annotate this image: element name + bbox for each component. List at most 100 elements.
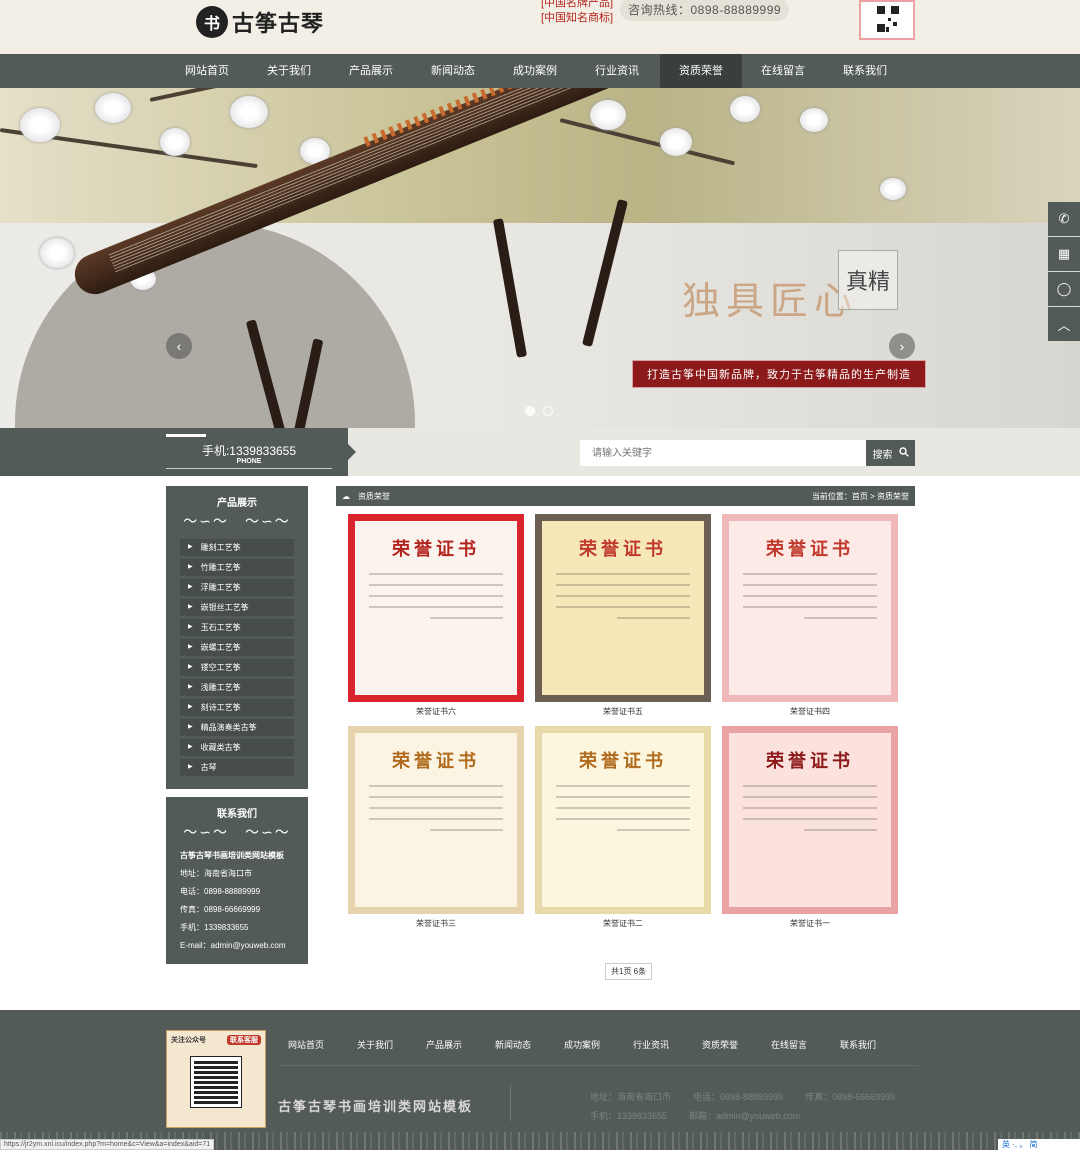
back-to-top-icon: ︿ [1057, 317, 1071, 333]
footer-nav-item[interactable]: 网站首页 [288, 1038, 357, 1051]
certificate-caption[interactable]: 荣誉证书六 [348, 706, 524, 717]
banner-next-arrow[interactable]: › [889, 333, 915, 359]
category-item[interactable]: ▶ 玉石工艺筝 [180, 619, 294, 636]
main-nav: 网站首页 关于我们 产品展示 新闻动态 成功案例 行业资讯 资质荣誉 在线留言 联系我们 [0, 54, 1080, 88]
contact-line: 手机：1339833655 [180, 923, 249, 932]
contact-title: 联系我们 [217, 809, 257, 820]
side-float-button[interactable]: ▦ [1048, 237, 1080, 271]
nav-item[interactable]: 成功案例 [494, 54, 576, 88]
category-item[interactable]: ▶ 古琴 [180, 759, 294, 776]
category-label: 嵌银丝工艺筝 [200, 603, 249, 612]
search-button[interactable]: 搜索 [866, 440, 915, 466]
footer-nav-item[interactable]: 行业资讯 [633, 1038, 702, 1051]
banner-dot[interactable] [525, 406, 535, 416]
triangle-right-icon: ▶ [188, 704, 193, 710]
brand-tags: [中国名牌产品] [中国知名商标] [541, 0, 613, 26]
certificate-caption[interactable]: 荣誉证书三 [348, 918, 524, 929]
logo-mark-icon: 书 [196, 6, 228, 38]
nav-item[interactable]: 新闻动态 [412, 54, 494, 88]
category-item[interactable]: ▶ 嵌螺工艺筝 [180, 639, 294, 656]
banner-prev-arrow[interactable]: ‹ [166, 333, 192, 359]
certificate-card[interactable]: 荣誉证书 荣誉证书一 [722, 726, 898, 928]
category-item[interactable]: ▶ 浮雕工艺筝 [180, 579, 294, 596]
cloud-ornament-icon: 〜∽〜 〜∽〜 [183, 824, 291, 840]
qr-icon: ▦ [1057, 246, 1071, 261]
certificate-card[interactable]: 荣誉证书 荣誉证书四 [722, 514, 898, 716]
footer-nav-item[interactable]: 成功案例 [564, 1038, 633, 1051]
magnolia-blossom [20, 108, 60, 142]
triangle-right-icon: ▶ [188, 624, 193, 630]
category-item[interactable]: ▶ 镂空工艺筝 [180, 659, 294, 676]
banner-dot[interactable] [543, 406, 553, 416]
certificate-caption[interactable]: 荣誉证书二 [535, 918, 711, 929]
footer-nav-item[interactable]: 产品展示 [426, 1038, 495, 1051]
section-header: ☁ 资质荣誉 当前位置：首页 > 资质荣誉 [336, 486, 915, 506]
category-item[interactable]: ▶ 刻诗工艺筝 [180, 699, 294, 716]
nav-item[interactable]: 在线留言 [742, 54, 824, 88]
certificate-card[interactable]: 荣誉证书 荣誉证书五 [535, 514, 711, 716]
breadcrumb[interactable]: 当前位置：首页 > 资质荣誉 [812, 491, 909, 502]
category-label: 雕刻工艺筝 [200, 543, 241, 552]
certificate-title: 荣誉证书 [392, 751, 480, 772]
category-item[interactable]: ▶ 嵌银丝工艺筝 [180, 599, 294, 616]
category-item[interactable]: ▶ 收藏类古筝 [180, 739, 294, 756]
nav-item[interactable]: 关于我们 [248, 54, 330, 88]
cloud-icon: ☁ [342, 491, 350, 501]
category-item[interactable]: ▶ 雕刻工艺筝 [180, 539, 294, 556]
search-input[interactable] [580, 440, 866, 466]
nav-item[interactable]: 产品展示 [330, 54, 412, 88]
certificate-card[interactable]: 荣誉证书 荣誉证书六 [348, 514, 524, 716]
category-label: 古琴 [200, 763, 217, 772]
pagination: 共1页 6条 [605, 963, 653, 980]
nav-item[interactable]: 资质荣誉 [660, 54, 742, 88]
certificate-caption[interactable]: 荣誉证书五 [535, 706, 711, 717]
contact-line: 传真：0898-66669999 [180, 905, 261, 914]
side-float-button[interactable]: ✆ [1048, 202, 1080, 236]
footer-nav-item[interactable]: 联系我们 [840, 1038, 909, 1051]
triangle-right-icon: ▶ [188, 604, 193, 610]
category-item[interactable]: ▶ 浅雕工艺筝 [180, 679, 294, 696]
ime-indicator[interactable]: 英 ·, 。 简 [998, 1139, 1080, 1150]
contact-line: 电话：0898-88889999 [180, 887, 261, 896]
triangle-right-icon: ▶ [188, 564, 193, 570]
contact-panel: 联系我们 〜∽〜 〜∽〜 古筝古琴书画培训类网站模板 地址：海南省海口市 电话：08… [166, 797, 308, 964]
certificate-title: 荣誉证书 [766, 539, 854, 560]
footer-nav-item[interactable]: 关于我们 [357, 1038, 426, 1051]
chevron-left-icon: ‹ [176, 338, 182, 354]
qq-icon: ◯ [1056, 281, 1072, 296]
brand-tag-famous-product: [中国名牌产品] [541, 0, 614, 9]
side-float-toolbar: ✆ ▦ ◯ ︿ [1048, 202, 1080, 341]
nav-item[interactable]: 网站首页 [166, 54, 248, 88]
certificate-title: 荣誉证书 [579, 539, 667, 560]
category-item[interactable]: ▶ 竹雕工艺筝 [180, 559, 294, 576]
triangle-right-icon: ▶ [188, 684, 193, 690]
side-float-button[interactable]: ︿ [1048, 307, 1080, 341]
category-label: 刻诗工艺筝 [200, 703, 241, 712]
main-content: ☁ 资质荣誉 当前位置：首页 > 资质荣誉 荣誉证书 荣誉证书六 荣誉证书 荣誉证书五… [336, 486, 915, 946]
certificate-image: 荣誉证书 [348, 726, 524, 914]
footer-nav-item[interactable]: 在线留言 [771, 1038, 840, 1051]
footer-nav-item[interactable]: 资质荣誉 [702, 1038, 771, 1051]
certificate-caption[interactable]: 荣誉证书一 [722, 918, 898, 929]
search-icon [898, 446, 909, 460]
footer-tel: 电话：0898-88889999 [693, 1092, 784, 1102]
logo-text: 古筝古琴 [232, 11, 325, 37]
nav-item[interactable]: 联系我们 [824, 54, 906, 88]
logo[interactable]: 书 古筝古琴 [196, 6, 324, 38]
certificate-card[interactable]: 荣誉证书 荣誉证书三 [348, 726, 524, 928]
footer-address: 地址：海南省海口市 [590, 1092, 672, 1102]
certificate-title: 荣誉证书 [579, 751, 667, 772]
phone-icon: ✆ [1058, 211, 1070, 226]
category-label: 浮雕工艺筝 [200, 583, 241, 592]
side-float-button[interactable]: ◯ [1048, 272, 1080, 306]
category-item[interactable]: ▶ 精品演奏类古筝 [180, 719, 294, 736]
magnolia-blossom [95, 93, 131, 123]
footer-nav-item[interactable]: 新闻动态 [495, 1038, 564, 1051]
certificate-card[interactable]: 荣誉证书 荣誉证书二 [535, 726, 711, 928]
certificate-grid: 荣誉证书 荣誉证书六 荣誉证书 荣誉证书五 荣誉证书 荣誉证书四 荣誉证书 荣誉证书三 荣誉证书… [336, 506, 915, 946]
brand-tag-trademark: [中国知名商标] [541, 12, 614, 24]
certificate-caption[interactable]: 荣誉证书四 [722, 706, 898, 717]
qr-service-label: 联系客服 [227, 1035, 261, 1045]
nav-item[interactable]: 行业资讯 [576, 54, 658, 88]
magnolia-blossom [880, 178, 906, 200]
